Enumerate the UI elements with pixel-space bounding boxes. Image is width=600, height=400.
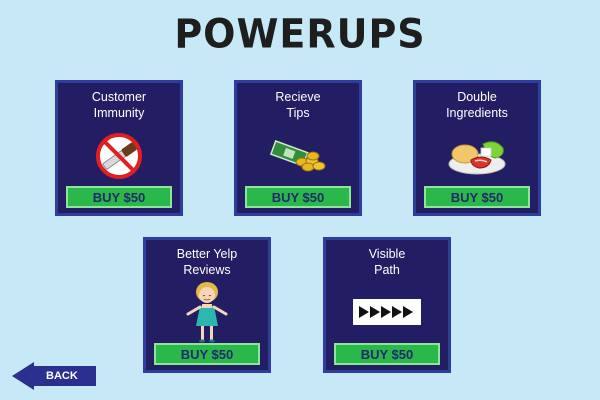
powerup-name-line1: Customer — [91, 90, 147, 104]
money-coins-icon — [237, 131, 359, 181]
buy-button-better-yelp-reviews[interactable]: BUY $50 — [154, 343, 260, 365]
buy-button-recieve-tips[interactable]: BUY $50 — [245, 186, 351, 208]
powerup-card-customer-immunity: Customer Immunity BUY $50 — [55, 80, 183, 216]
powerup-name-line1: Better Yelp — [176, 247, 238, 261]
back-button[interactable]: BACK — [12, 362, 96, 390]
powerup-card-double-ingredients: Double Ingredients BUY $50 — [413, 80, 541, 216]
powerup-name-line2: Path — [374, 263, 400, 277]
powerup-card-visible-path: Visible Path BUY $50 — [323, 237, 451, 373]
buy-button-double-ingredients[interactable]: BUY $50 — [424, 186, 530, 208]
powerup-name: Double Ingredients — [416, 89, 538, 121]
ingredients-icon — [416, 131, 538, 181]
powerup-name: Customer Immunity — [58, 89, 180, 121]
buy-button-customer-immunity[interactable]: BUY $50 — [66, 186, 172, 208]
powerup-name-line1: Recieve — [275, 90, 321, 104]
powerup-name-line2: Tips — [286, 106, 310, 120]
powerup-name-line1: Double — [457, 90, 497, 104]
back-label: BACK — [46, 370, 78, 382]
powerup-name-line2: Ingredients — [446, 106, 508, 120]
happy-customer-icon — [146, 280, 268, 346]
powerup-name: Better Yelp Reviews — [146, 246, 268, 278]
path-arrows-icon — [326, 292, 448, 332]
powerup-card-recieve-tips: Recieve Tips BUY $50 — [234, 80, 362, 216]
powerup-name-line1: Visible — [368, 247, 406, 261]
powerup-name-line2: Reviews — [183, 263, 231, 277]
page-title: POWERUPS — [174, 10, 426, 58]
powerup-name-line2: Immunity — [93, 106, 145, 120]
powerup-name: Recieve Tips — [237, 89, 359, 121]
buy-button-visible-path[interactable]: BUY $50 — [334, 343, 440, 365]
powerup-card-better-yelp-reviews: Better Yelp Reviews BUY $50 — [143, 237, 271, 373]
no-knife-icon — [58, 131, 180, 181]
powerup-name: Visible Path — [326, 246, 448, 278]
